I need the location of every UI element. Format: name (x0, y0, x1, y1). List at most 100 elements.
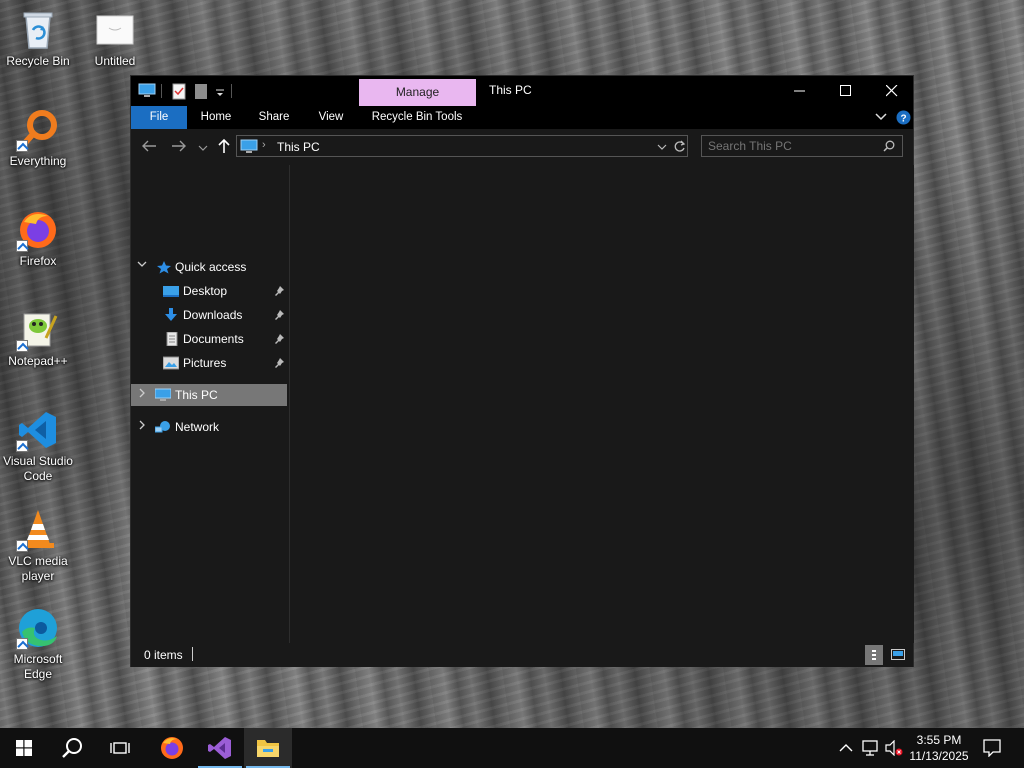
visual-studio-icon (208, 737, 231, 759)
nav-item-pictures[interactable]: Pictures (131, 352, 287, 374)
taskbar-search-button[interactable] (48, 728, 96, 768)
maximize-icon (840, 85, 851, 96)
desktop-icon-label: Visual Studio (3, 454, 73, 468)
folder-icon (257, 740, 279, 757)
system-clock[interactable]: 3:55 PM 11/13/2025 (902, 732, 976, 764)
desktop-icon-vlc[interactable]: VLC media player (0, 508, 76, 584)
desktop-icon-label: Notepad++ (8, 354, 68, 368)
desktop-icon-edge[interactable]: Microsoft Edge (0, 606, 76, 682)
forward-button[interactable] (171, 139, 187, 156)
nav-label: Quick access (175, 260, 247, 274)
pin-icon (275, 358, 284, 368)
show-hidden-icons-button[interactable] (838, 740, 854, 759)
large-icons-view-icon (891, 649, 905, 660)
start-button[interactable] (0, 728, 48, 768)
up-arrow-icon (218, 138, 230, 153)
ribbon-tab-bar: File Home Share View Recycle Bin Tools ? (131, 106, 913, 129)
download-arrow-icon (165, 308, 177, 321)
file-explorer-window: Manage This PC File Home Share View Recy… (130, 75, 914, 667)
address-bar[interactable]: › This PC (236, 135, 688, 157)
tab-manage-contextual[interactable]: Manage (359, 79, 476, 106)
search-input[interactable] (708, 138, 868, 154)
minimize-icon (794, 90, 805, 92)
desktop-icon-firefox[interactable]: Firefox (0, 208, 76, 269)
taskbar-firefox[interactable] (148, 728, 196, 768)
tab-share[interactable]: Share (251, 106, 297, 129)
desktop-icon-notepad-plus-plus[interactable]: Notepad++ (0, 308, 76, 369)
pin-icon (275, 286, 284, 296)
nav-item-network[interactable]: Network (131, 416, 287, 438)
close-button[interactable] (869, 76, 915, 106)
desktop-icon-label: Untitled (94, 54, 136, 68)
nav-quick-access[interactable]: Quick access (131, 256, 287, 278)
network-status-button[interactable] (862, 740, 880, 759)
properties-icon[interactable] (172, 82, 186, 100)
status-bar: 0 items (131, 643, 913, 667)
address-history-chevron-down-icon[interactable] (657, 143, 667, 151)
collapsed-chevron-icon[interactable] (137, 384, 147, 406)
shortcut-arrow-icon (16, 240, 28, 252)
large-icons-view-button[interactable] (889, 645, 907, 665)
tab-file[interactable]: File (131, 106, 187, 129)
shortcut-arrow-icon (16, 440, 28, 452)
nav-label: Pictures (183, 356, 227, 370)
notepad-plus-plus-icon (16, 308, 60, 352)
desktop-icon-recycle-bin[interactable]: Recycle Bin (0, 8, 76, 69)
minimize-button[interactable] (777, 76, 823, 106)
desktop-icon-everything[interactable]: Everything (0, 108, 76, 169)
tab-home[interactable]: Home (193, 106, 239, 129)
details-view-icon (872, 650, 876, 660)
details-view-button[interactable] (865, 645, 883, 665)
firefox-icon (16, 208, 60, 252)
collapsed-chevron-icon[interactable] (137, 416, 147, 438)
breadcrumb-this-pc[interactable]: This PC (277, 140, 320, 154)
nav-item-downloads[interactable]: Downloads (131, 304, 287, 326)
nav-item-desktop[interactable]: Desktop (131, 280, 287, 302)
qat-separator (231, 84, 232, 98)
desktop-icon-vscode[interactable]: Visual Studio Code (0, 408, 76, 484)
firefox-icon (161, 737, 183, 759)
nav-item-documents[interactable]: Documents (131, 328, 287, 350)
volume-button[interactable] (885, 739, 903, 759)
customize-qat-dropdown-icon[interactable] (215, 82, 225, 100)
nav-label: Documents (183, 332, 244, 346)
desktop-icon-label: Edge (23, 667, 53, 681)
task-view-button[interactable] (96, 728, 144, 768)
network-wired-icon (862, 740, 878, 756)
maximize-button[interactable] (823, 76, 869, 106)
document-icon (93, 8, 137, 52)
action-center-button[interactable] (983, 739, 1001, 760)
taskbar-file-explorer[interactable] (244, 728, 292, 768)
help-icon[interactable]: ? (896, 110, 911, 128)
tab-view[interactable]: View (308, 106, 354, 129)
desktop-icon-label: Firefox (19, 254, 57, 268)
tab-recycle-bin-tools[interactable]: Recycle Bin Tools (363, 106, 471, 129)
recent-locations-dropdown[interactable] (198, 141, 208, 155)
qat-separator (161, 84, 162, 98)
title-bar[interactable]: Manage This PC (131, 76, 913, 106)
expanded-chevron-icon[interactable] (137, 255, 147, 277)
nav-label: Network (175, 420, 220, 434)
new-folder-icon[interactable] (194, 82, 208, 100)
pictures-icon (163, 356, 179, 370)
nav-item-this-pc[interactable]: This PC (131, 384, 287, 406)
file-list-pane[interactable] (290, 165, 914, 643)
shortcut-arrow-icon (16, 140, 28, 152)
pin-icon (275, 334, 284, 344)
svg-text:?: ? (900, 114, 906, 125)
back-button[interactable] (141, 139, 157, 156)
close-icon (886, 85, 898, 97)
up-button[interactable] (217, 138, 231, 157)
refresh-icon[interactable] (673, 140, 686, 153)
desktop-icon-label: player (21, 569, 55, 583)
search-magnifier-icon (16, 108, 60, 152)
task-view-icon (110, 742, 130, 754)
desktop-icon-label: Microsoft (13, 652, 63, 666)
vscode-icon (16, 408, 60, 452)
search-box[interactable] (701, 135, 903, 157)
expand-ribbon-chevron-icon[interactable] (875, 111, 887, 126)
desktop-icon-untitled[interactable]: Untitled (77, 8, 153, 69)
taskbar-visual-studio[interactable] (196, 728, 244, 768)
this-pc-monitor-icon (155, 388, 171, 401)
document-icon (166, 332, 178, 346)
